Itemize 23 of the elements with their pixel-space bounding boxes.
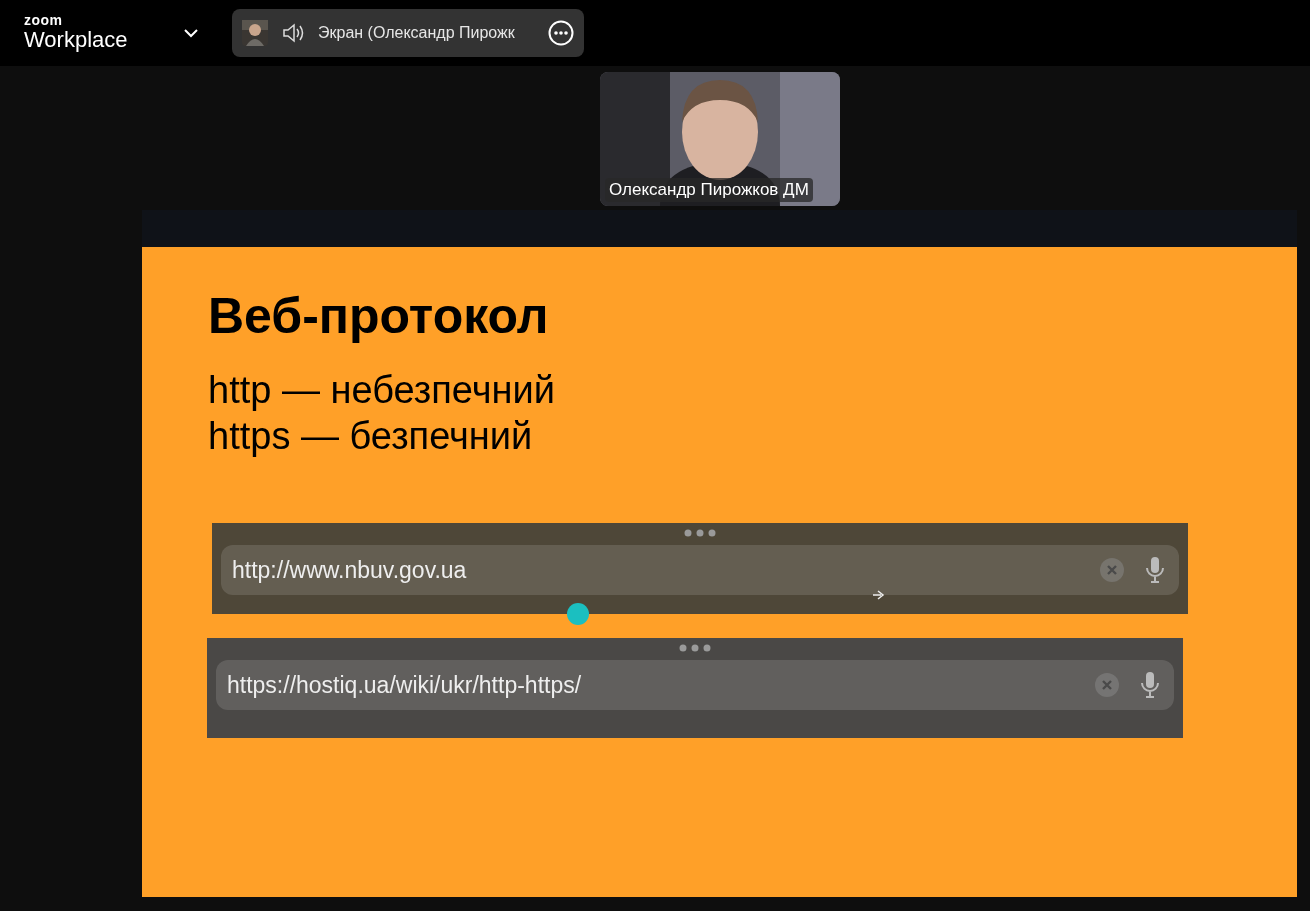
drag-handle-icon[interactable] — [679, 644, 711, 652]
url-field[interactable]: http://www.nbuv.gov.ua — [221, 545, 1179, 595]
share-label: Экран (Олександр Пирожк — [318, 24, 515, 42]
slide-title: Веб-протокол — [208, 287, 550, 345]
url-text: https://hostiq.ua/wiki/ukr/http-https/ — [227, 671, 583, 699]
slide-text: http — небезпечний — [208, 368, 556, 413]
more-icon[interactable] — [548, 20, 574, 46]
microphone-icon[interactable] — [1140, 671, 1160, 699]
product-name: Workplace — [24, 26, 129, 53]
speaker-icon[interactable] — [282, 23, 304, 43]
drag-handle-icon[interactable] — [684, 529, 716, 537]
clear-icon[interactable] — [1099, 557, 1125, 583]
clear-icon[interactable] — [1094, 672, 1120, 698]
slide-text: https — безпечний — [208, 414, 534, 459]
url-text: http://www.nbuv.gov.ua — [232, 556, 468, 584]
video-tile[interactable]: Олександр Пирожков ДМ — [600, 72, 840, 206]
microphone-icon[interactable] — [1145, 556, 1165, 584]
pointer-dot — [567, 603, 589, 625]
cursor-icon — [872, 589, 886, 601]
screen-share-pill[interactable]: Экран (Олександр Пирожк — [232, 9, 584, 57]
brand-logo: zoom — [24, 13, 64, 27]
participant-name: Олександр Пирожков ДМ — [605, 178, 813, 202]
url-field[interactable]: https://hostiq.ua/wiki/ukr/http-https/ — [216, 660, 1174, 710]
